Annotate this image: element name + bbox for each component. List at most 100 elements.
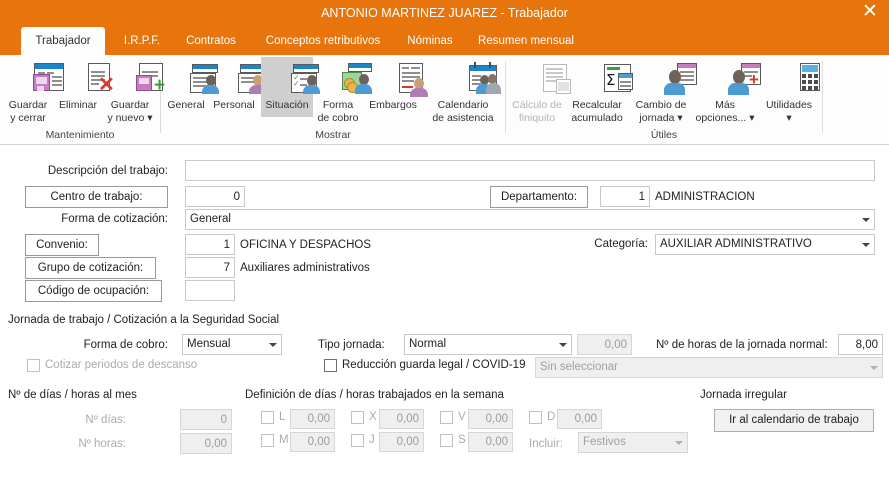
mas-opciones-button[interactable]: + Más opciones... ▾ [693,57,761,131]
departamento-code-input[interactable] [600,186,650,207]
calendario-label-1: Calendario [437,99,489,111]
forma-de-cobro-button[interactable]: Forma de cobro [315,57,372,131]
forma-cobro-label: Forma de cobro: [83,339,168,351]
day-S-letter: S [458,434,466,446]
categoria-label: Categoría: [594,238,648,250]
more-options-icon: + [693,61,761,97]
day-M-letter: M [279,434,289,446]
centro-trabajo-code-input[interactable] [185,186,245,207]
day-M-input [290,432,335,452]
horas-jornada-label: Nº de horas de la jornada normal: [656,339,828,351]
forma-de-cobro-label-1: Forma [322,99,354,111]
semana-section-title: Definición de días / horas trabajados en… [245,389,504,401]
calculo-de-finiquito-button: Cálculo de finiquito [508,57,571,131]
day-X-input [379,409,424,429]
categoria-select[interactable]: AUXILIAR ADMINISTRATIVO [655,234,875,255]
group-separator [505,61,506,133]
tab-trabajador[interactable]: Trabajador [21,27,105,55]
general-label: General [167,99,205,111]
utilidades-button[interactable]: Utilidades ▾ [759,57,820,131]
workday-change-icon [630,61,697,97]
day-J-input [379,432,424,452]
eliminar-button[interactable]: ✕ Eliminar [55,57,115,131]
descripcion-trabajo-input[interactable] [185,160,875,181]
chevron-down-icon [870,365,878,370]
guardar-y-cerrar-label-1: Guardar [8,99,48,111]
personal-card-icon [210,61,267,97]
worker-situation-window: ANTONIO MARTINEZ JUAREZ - Trabajador ✕ T… [0,0,889,504]
chevron-down-icon [862,217,870,222]
group-separator [822,61,823,133]
utilities-calculator-icon [759,61,820,97]
save-close-icon [3,61,64,97]
close-icon[interactable]: ✕ [855,0,885,26]
day-V-letter: V [458,411,466,423]
window-title: ANTONIO MARTINEZ JUAREZ - Trabajador [321,6,568,20]
situation-form: Descripción del trabajo: Centro de traba… [0,146,889,504]
incluir-select: Festivos [578,432,688,453]
guardar-y-cerrar-button[interactable]: Guardar y cerrar [3,57,64,131]
recalculate-icon: Σ [567,61,633,97]
checkbox-box [324,359,337,372]
settlement-calc-icon [508,61,571,97]
delete-icon: ✕ [55,61,115,97]
convenio-code-input[interactable] [185,234,235,255]
convenio-button[interactable]: Convenio: [25,234,99,256]
n-horas-input [180,433,232,454]
grupo-cotizacion-name-text: Auxiliares administrativos [240,262,370,274]
cotizar-descanso-label: Cotizar periodos de descanso [45,359,198,371]
reduccion-select: Sin seleccionar [535,357,883,378]
tab-resumen-mensual[interactable]: Resumen mensual [466,27,586,55]
n-horas-label: Nº horas: [78,438,126,450]
tab-conceptos-retributivos[interactable]: Conceptos retributivos [250,27,396,55]
forma-cobro-value: Mensual [187,338,231,350]
title-bar: ANTONIO MARTINEZ JUAREZ - Trabajador ✕ [0,0,889,27]
garnishment-icon [363,61,428,97]
personal-button[interactable]: Personal [210,57,267,117]
chevron-down-icon [269,342,277,347]
general-card-icon [164,61,219,97]
n-dias-label: Nº días: [85,414,126,426]
embargos-button[interactable]: Embargos [363,57,428,117]
personal-label: Personal [213,99,255,111]
checkbox-box [351,411,364,424]
grupo-cotizacion-button[interactable]: Grupo de cotización: [25,257,156,279]
recalcular-acumulado-button[interactable]: Σ Recalcular acumulado [567,57,633,131]
centro-trabajo-button[interactable]: Centro de trabajo: [25,186,168,208]
general-button[interactable]: General [164,57,219,117]
guardar-y-nuevo-button[interactable]: + Guardar y nuevo ▾ [102,57,165,131]
day-J-letter: J [369,434,375,446]
situacion-label: Situación [265,99,309,111]
day-D-letter: D [547,411,556,423]
tab-irpf[interactable]: I.R.P.F. [109,27,175,55]
categoria-value: AUXILIAR ADMINISTRATIVO [660,238,812,250]
utilidades-label-1: Utilidades [765,99,813,111]
mas-opciones-label-1: Más [715,99,735,111]
departamento-button[interactable]: Departamento: [490,186,588,208]
situacion-button[interactable]: ✓ ✓ Situación [261,57,320,117]
cambio-de-jornada-button[interactable]: Cambio de jornada ▾ [630,57,697,131]
convenio-name-text: OFICINA Y DESPACHOS [240,239,372,251]
tab-nominas[interactable]: Nóminas [398,27,462,55]
ribbon-toolbar: Mantenimiento Mostrar Útiles Guardar y c… [0,55,889,145]
guardar-y-nuevo-label-1: Guardar [110,99,150,111]
horas-jornada-input[interactable] [838,334,883,355]
chevron-down-icon [862,242,870,247]
forma-cotizacion-select[interactable]: General [185,209,875,230]
grupo-cotizacion-code-input[interactable] [185,257,235,278]
codigo-ocupacion-input[interactable] [185,280,235,301]
chevron-down-icon [675,440,683,445]
tipo-jornada-num-input [577,334,632,355]
utilidades-label-2: ▾ [786,111,792,124]
codigo-ocupacion-button[interactable]: Código de ocupación: [25,280,162,302]
tab-contratos[interactable]: Contratos [175,27,247,55]
tab-strip: Trabajador I.R.P.F. Contratos Conceptos … [0,27,889,55]
day-S-input [468,432,513,452]
forma-cobro-select[interactable]: Mensual [182,334,282,355]
day-X-letter: X [369,411,377,423]
ir-al-calendario-button[interactable]: Ir al calendario de trabajo [714,409,874,432]
calendario-de-asistencia-button[interactable]: Calendario de asistencia [425,57,501,131]
tipo-jornada-select[interactable]: Normal [404,334,572,355]
guardar-y-nuevo-label-2: y nuevo ▾ [107,111,153,124]
recalcular-label-2: acumulado [571,111,623,124]
